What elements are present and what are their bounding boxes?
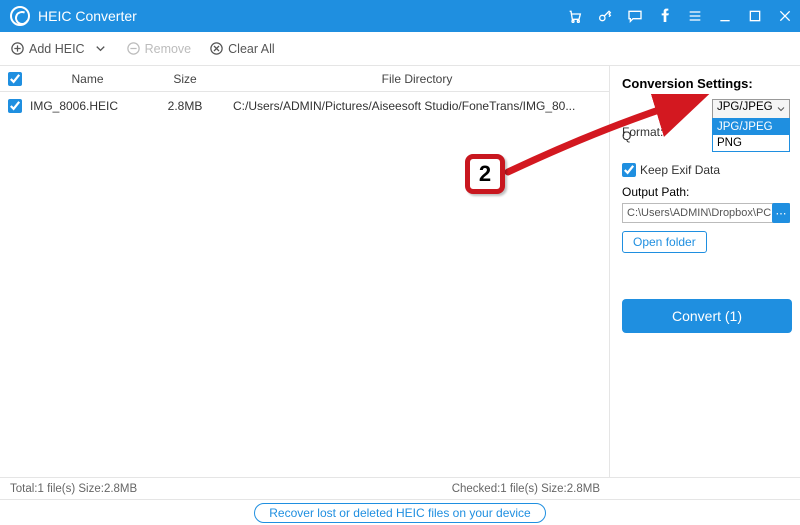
format-dropdown: JPG/JPEG PNG xyxy=(712,118,790,152)
app-title: HEIC Converter xyxy=(38,8,137,24)
status-total: Total:1 file(s) Size:2.8MB xyxy=(10,483,137,495)
chevron-down-icon[interactable] xyxy=(93,41,108,56)
select-all-checkbox[interactable] xyxy=(8,72,22,86)
format-select[interactable]: JPG/JPEG xyxy=(712,99,790,119)
clear-all-label: Clear All xyxy=(228,42,275,56)
menu-icon[interactable] xyxy=(680,0,710,32)
status-bar: Total:1 file(s) Size:2.8MB Checked:1 fil… xyxy=(0,477,800,499)
recover-link[interactable]: Recover lost or deleted HEIC files on yo… xyxy=(254,503,545,523)
quality-label: Q xyxy=(622,129,631,143)
file-dir: C:/Users/ADMIN/Pictures/Aiseesoft Studio… xyxy=(225,99,609,113)
output-path-input[interactable] xyxy=(622,203,790,223)
open-folder-button[interactable]: Open folder xyxy=(622,231,707,253)
column-size: Size xyxy=(145,72,225,86)
remove-button: Remove xyxy=(126,41,192,56)
status-checked: Checked:1 file(s) Size:2.8MB xyxy=(452,483,600,495)
format-option-png[interactable]: PNG xyxy=(713,135,789,151)
maximize-button[interactable] xyxy=(740,0,770,32)
settings-heading: Conversion Settings: xyxy=(622,76,790,91)
column-header: Name Size File Directory xyxy=(0,66,609,92)
column-dir: File Directory xyxy=(225,72,609,86)
row-checkbox[interactable] xyxy=(8,99,22,113)
table-row[interactable]: IMG_8006.HEIC 2.8MB C:/Users/ADMIN/Pictu… xyxy=(0,92,609,120)
main-toolbar: Add HEIC Remove Clear All xyxy=(0,32,800,66)
key-icon[interactable] xyxy=(590,0,620,32)
keep-exif-label: Keep Exif Data xyxy=(640,163,720,177)
format-value: JPG/JPEG xyxy=(717,101,773,113)
facebook-icon[interactable] xyxy=(650,0,680,32)
file-name: IMG_8006.HEIC xyxy=(30,99,145,113)
file-size: 2.8MB xyxy=(145,99,225,113)
keep-exif-checkbox[interactable] xyxy=(622,163,636,177)
chevron-down-icon xyxy=(775,103,787,118)
add-heic-label: Add HEIC xyxy=(29,42,85,56)
output-path-label: Output Path: xyxy=(622,185,790,199)
file-list-pane: Name Size File Directory IMG_8006.HEIC 2… xyxy=(0,66,610,477)
close-button[interactable] xyxy=(770,0,800,32)
title-bar: HEIC Converter xyxy=(0,0,800,32)
app-logo-icon xyxy=(10,6,30,26)
add-heic-button[interactable]: Add HEIC xyxy=(10,41,108,56)
annotation-step-2: 2 xyxy=(465,154,505,194)
conversion-settings-panel: Conversion Settings: Format: JPG/JPEG JP… xyxy=(610,66,800,477)
remove-label: Remove xyxy=(145,42,192,56)
footer: Recover lost or deleted HEIC files on yo… xyxy=(0,499,800,525)
feedback-icon[interactable] xyxy=(620,0,650,32)
convert-button[interactable]: Convert (1) xyxy=(622,299,792,333)
column-name: Name xyxy=(30,72,145,86)
clear-all-button[interactable]: Clear All xyxy=(209,41,275,56)
cart-icon[interactable] xyxy=(560,0,590,32)
minimize-button[interactable] xyxy=(710,0,740,32)
format-option-jpg[interactable]: JPG/JPEG xyxy=(713,119,789,135)
browse-path-button[interactable]: ⋯ xyxy=(772,203,790,223)
